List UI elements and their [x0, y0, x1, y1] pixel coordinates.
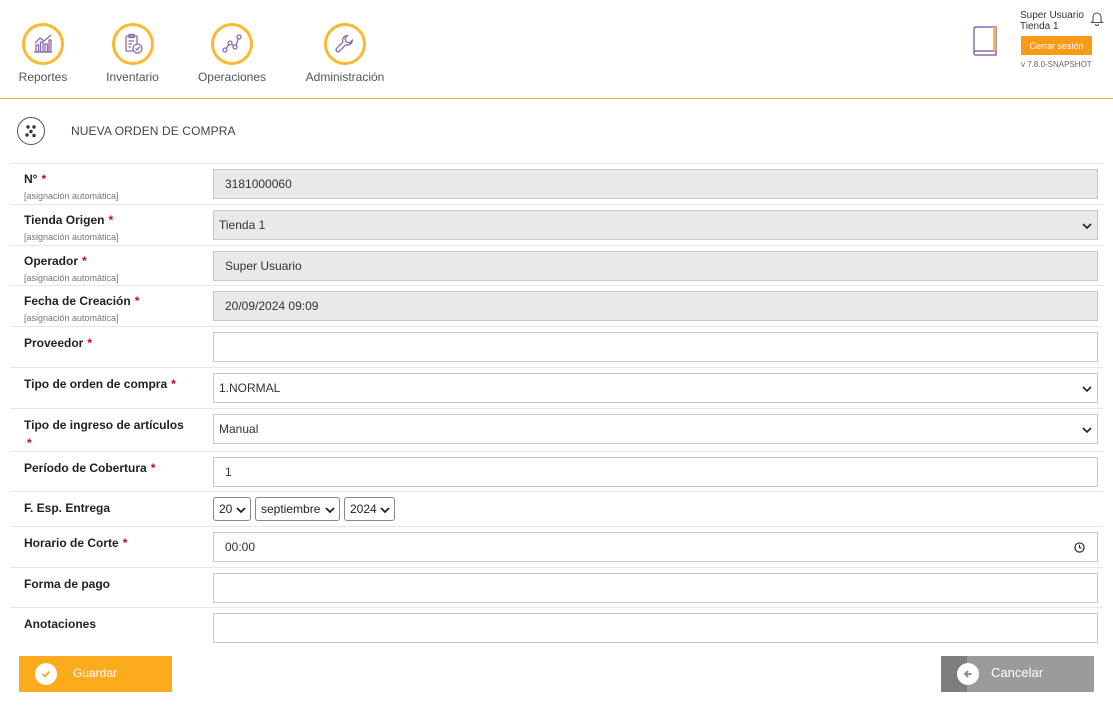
- required-mark: *: [171, 377, 176, 391]
- chevron-down-icon: [1082, 427, 1092, 434]
- top-bar: Reportes Inventario Operaciones Administ…: [0, 0, 1113, 99]
- required-mark: *: [82, 254, 87, 268]
- chevron-down-icon: [1082, 386, 1092, 393]
- field-label: N°: [24, 172, 38, 186]
- select-value: 1.NORMAL: [219, 381, 281, 395]
- form-row-fecha-creacion: Fecha de Creación * [asignación automátic…: [10, 285, 1103, 326]
- form-row-proveedor: Proveedor *: [10, 326, 1103, 367]
- check-icon: [35, 663, 57, 685]
- month-select[interactable]: septiembre: [255, 497, 340, 521]
- select-value: Manual: [219, 422, 259, 436]
- required-mark: *: [150, 461, 156, 475]
- form-row-tipo-ingreso: Tipo de ingreso de artículos * Manual: [10, 408, 1103, 451]
- required-mark: *: [134, 294, 140, 308]
- chevron-down-icon: [325, 507, 335, 514]
- form-row-operador: Operador * [asignación automática] Super …: [10, 245, 1103, 285]
- auto-hint: [asignación automática]: [24, 232, 119, 242]
- tipo-ingreso-select[interactable]: Manual: [213, 414, 1098, 444]
- network-icon: [211, 23, 253, 65]
- required-mark: *: [122, 536, 128, 550]
- form-row-horario-corte: Horario de Corte * 00:00: [10, 526, 1103, 567]
- fecha-creacion-field[interactable]: 20/09/2024 09:09: [213, 291, 1098, 321]
- form-row-periodo-cobertura: Período de Cobertura * 1: [10, 451, 1103, 491]
- day-select[interactable]: 20: [213, 497, 251, 521]
- auto-hint: [asignación automática]: [24, 273, 119, 283]
- nav-item-operaciones[interactable]: Operaciones: [197, 23, 267, 84]
- forma-pago-input[interactable]: [213, 573, 1098, 603]
- numero-field[interactable]: 3181000060: [213, 169, 1098, 199]
- auto-hint: [asignación automática]: [24, 313, 119, 323]
- anotaciones-input[interactable]: [213, 613, 1098, 643]
- horario-corte-input[interactable]: 00:00: [213, 532, 1098, 562]
- field-label: F. Esp. Entrega: [24, 501, 111, 515]
- select-value: 20: [219, 502, 233, 516]
- version-label: v 7.8.0-SNAPSHOT: [1021, 60, 1092, 69]
- periodo-cobertura-input[interactable]: 1: [213, 457, 1098, 487]
- nav-label-inventario: Inventario: [106, 70, 159, 84]
- field-label: Tipo de orden de compra: [24, 377, 168, 391]
- cancel-button-label: Cancelar: [991, 665, 1044, 680]
- nav-label-administracion: Administración: [305, 70, 385, 84]
- form-row-numero: N° * [asignación automática] 3181000060: [10, 163, 1103, 204]
- select-value: 2024: [350, 502, 377, 516]
- book-icon[interactable]: [970, 25, 1000, 57]
- nav-item-reportes[interactable]: Reportes: [19, 23, 67, 84]
- operador-field[interactable]: Super Usuario: [213, 251, 1098, 281]
- required-mark: *: [41, 172, 47, 186]
- field-label: Período de Cobertura: [24, 461, 147, 475]
- form-row-tipo-orden: Tipo de orden de compra * 1.NORMAL: [10, 367, 1103, 408]
- field-label: Operador: [24, 254, 79, 268]
- bell-icon[interactable]: [1090, 10, 1104, 26]
- chevron-down-icon: [1082, 223, 1092, 230]
- form-row-anotaciones: Anotaciones: [10, 607, 1103, 647]
- wrench-icon: [324, 23, 366, 65]
- field-label: Forma de pago: [24, 577, 111, 591]
- arrow-left-icon: [957, 663, 979, 685]
- nav-item-inventario[interactable]: Inventario: [105, 23, 160, 84]
- save-button[interactable]: Guardar: [19, 656, 172, 692]
- field-label: Tipo de ingreso de artículos: [24, 418, 184, 432]
- logout-button[interactable]: Cerrar sesión: [1021, 36, 1092, 55]
- tienda-origen-select[interactable]: Tienda 1: [213, 210, 1098, 240]
- required-mark: *: [108, 213, 114, 227]
- time-value: 00:00: [225, 540, 256, 554]
- clipboard-check-icon: [111, 23, 154, 65]
- field-label: Proveedor: [24, 336, 84, 350]
- select-value: septiembre: [261, 502, 321, 516]
- proveedor-input[interactable]: [213, 332, 1098, 362]
- field-label: Horario de Corte: [24, 536, 119, 550]
- form-row-fecha-entrega: F. Esp. Entrega 20 septiembre 2024: [10, 491, 1103, 526]
- field-label: Tienda Origen: [24, 213, 105, 227]
- chevron-down-icon: [236, 507, 246, 514]
- field-label: Anotaciones: [24, 617, 97, 631]
- field-label: Fecha de Creación: [24, 294, 131, 308]
- nav-item-administracion[interactable]: Administración: [303, 23, 387, 84]
- form-row-tienda-origen: Tienda Origen * [asignación automática] T…: [10, 204, 1103, 245]
- chart-icon: [22, 23, 64, 65]
- select-value: Tienda 1: [219, 218, 266, 232]
- cancel-button[interactable]: Cancelar: [941, 656, 1094, 692]
- chevron-down-icon: [380, 507, 390, 514]
- required-mark: *: [87, 336, 93, 350]
- form-row-forma-pago: Forma de pago: [10, 567, 1103, 607]
- year-select[interactable]: 2024: [344, 497, 395, 521]
- save-button-label: Guardar: [73, 666, 118, 680]
- nav-label-operaciones: Operaciones: [197, 70, 267, 84]
- required-mark: *: [27, 436, 32, 450]
- nav-label-reportes: Reportes: [18, 70, 68, 84]
- page-title: NUEVA ORDEN DE COMPRA: [71, 124, 236, 138]
- auto-hint: [asignación automática]: [24, 191, 119, 201]
- clock-icon[interactable]: [1074, 542, 1085, 553]
- order-icon: [17, 117, 45, 145]
- tipo-orden-select[interactable]: 1.NORMAL: [213, 373, 1098, 403]
- purchase-order-form: N° * [asignación automática] 3181000060 T…: [10, 163, 1103, 647]
